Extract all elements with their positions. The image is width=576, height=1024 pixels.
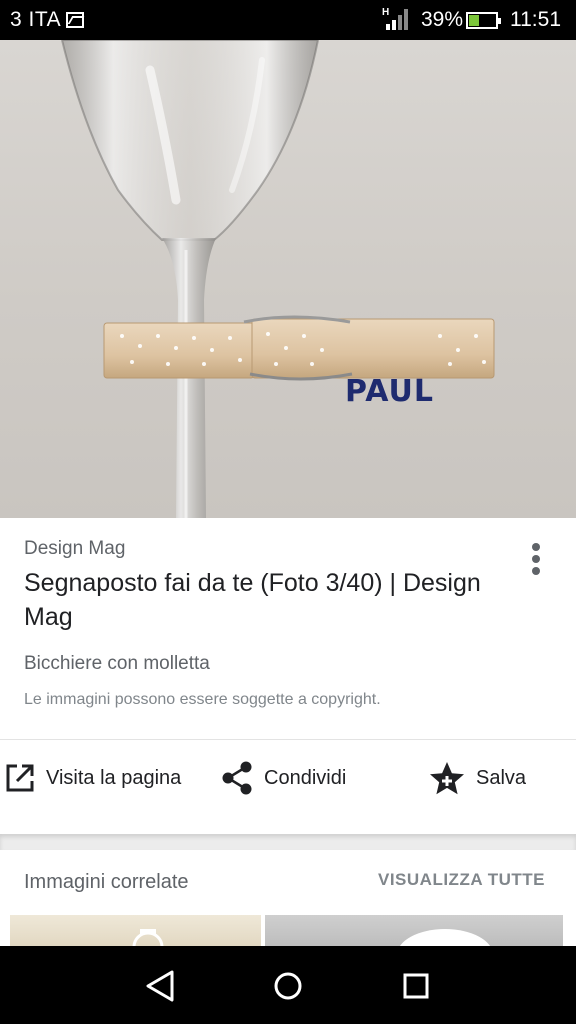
view-all-button[interactable]: VISUALIZZA TUTTE (378, 870, 545, 890)
status-bar: 3 ITA H 39% 11:51 (0, 0, 576, 40)
save-button[interactable]: Salva (428, 760, 526, 796)
recent-apps-icon[interactable] (394, 964, 438, 1008)
result-title[interactable]: Segnaposto fai da te (Foto 3/40) | Desig… (24, 566, 504, 634)
divider (0, 739, 576, 740)
hero-image[interactable]: PAUL (0, 40, 576, 518)
copyright-notice: Le immagini possono essere soggette a co… (24, 691, 381, 708)
network-type: H (382, 7, 389, 18)
related-image-thumbnail[interactable] (10, 915, 261, 946)
clothespin-name-label: PAUL (345, 374, 435, 409)
visit-page-label: Visita la pagina (46, 766, 182, 789)
more-vert-icon[interactable] (522, 540, 550, 578)
section-separator (0, 834, 576, 850)
navigation-bar (0, 946, 576, 1024)
share-button[interactable]: Condividi (220, 760, 346, 796)
result-source[interactable]: Design Mag (24, 538, 125, 560)
open-external-icon (6, 764, 34, 792)
battery-percentage: 39% (421, 8, 464, 31)
signal-icon: H (382, 7, 408, 30)
share-label: Condividi (264, 766, 347, 789)
thumbnail-art (132, 929, 164, 946)
save-star-icon (430, 762, 464, 795)
thumbnail-art (399, 929, 491, 946)
back-icon[interactable] (138, 964, 182, 1008)
result-subtitle: Bicchiere con molletta (24, 653, 210, 674)
battery-fill (469, 15, 479, 26)
carrier-name: 3 ITA (10, 8, 62, 31)
related-image-thumbnail[interactable] (265, 915, 563, 946)
glass-photo (60, 40, 495, 518)
share-icon (222, 761, 252, 795)
battery-icon (466, 12, 501, 29)
image-notification-icon (66, 12, 84, 28)
related-images-title: Immagini correlate (24, 871, 189, 893)
clock: 11:51 (510, 8, 561, 31)
home-icon[interactable] (266, 964, 310, 1008)
visit-page-button[interactable]: Visita la pagina (4, 762, 194, 794)
save-label: Salva (476, 766, 527, 789)
